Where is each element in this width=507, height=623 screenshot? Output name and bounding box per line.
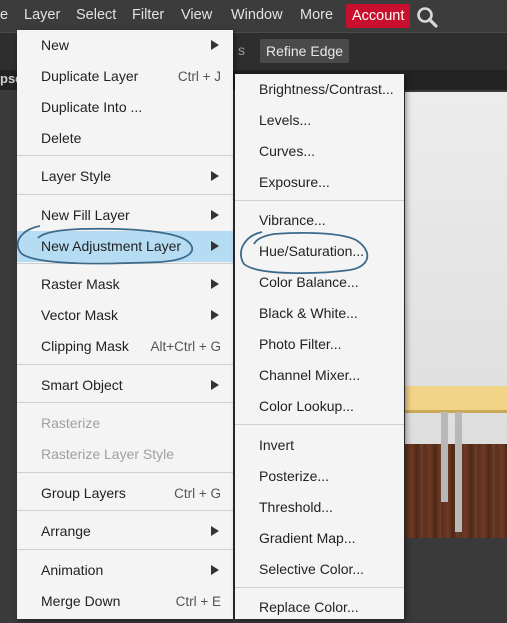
menu-layer[interactable]: Layer bbox=[24, 0, 60, 32]
submenu-item-gradient-map[interactable]: Gradient Map... bbox=[235, 523, 404, 554]
chevron-right-icon bbox=[211, 310, 219, 320]
menu-bar: e Layer Select Filter View Window More A… bbox=[0, 0, 507, 32]
menu-item-smart-object[interactable]: Smart Object bbox=[17, 370, 233, 401]
menu-item-clipping-mask[interactable]: Clipping Mask Alt+Ctrl + G bbox=[17, 331, 233, 362]
menu-item-arrange[interactable]: Arrange bbox=[17, 516, 233, 547]
menu-edit-partial[interactable]: e bbox=[0, 0, 8, 32]
account-button[interactable]: Account bbox=[346, 4, 411, 28]
menu-item-raster-mask[interactable]: Raster Mask bbox=[17, 269, 233, 300]
submenu-item-channel-mixer[interactable]: Channel Mixer... bbox=[235, 360, 404, 391]
menu-item-layer-style[interactable]: Layer Style bbox=[17, 161, 233, 192]
menu-item-delete[interactable]: Delete bbox=[17, 123, 233, 154]
submenu-item-black-white[interactable]: Black & White... bbox=[235, 298, 404, 329]
chevron-right-icon bbox=[211, 210, 219, 220]
menu-separator bbox=[17, 364, 233, 365]
submenu-item-brightness-contrast[interactable]: Brightness/Contrast... bbox=[235, 74, 404, 105]
submenu-item-selective-color[interactable]: Selective Color... bbox=[235, 554, 404, 585]
menu-separator bbox=[17, 402, 233, 403]
menu-separator bbox=[17, 155, 233, 156]
menu-separator bbox=[17, 263, 233, 264]
menu-item-merge-down[interactable]: Merge Down Ctrl + E bbox=[17, 586, 233, 617]
menu-item-group-layers[interactable]: Group Layers Ctrl + G bbox=[17, 478, 233, 509]
submenu-item-color-lookup[interactable]: Color Lookup... bbox=[235, 391, 404, 422]
canvas-table-leg bbox=[455, 412, 462, 532]
menu-item-duplicate-layer[interactable]: Duplicate Layer Ctrl + J bbox=[17, 61, 233, 92]
canvas-table-leg bbox=[441, 412, 448, 502]
menu-separator bbox=[17, 472, 233, 473]
menu-separator bbox=[17, 549, 233, 550]
submenu-item-curves[interactable]: Curves... bbox=[235, 136, 404, 167]
chevron-right-icon bbox=[211, 380, 219, 390]
chevron-right-icon bbox=[211, 279, 219, 289]
options-partial-text: s bbox=[238, 42, 245, 58]
chevron-right-icon bbox=[211, 565, 219, 575]
menu-separator bbox=[235, 200, 404, 201]
menu-separator bbox=[235, 587, 404, 588]
submenu-item-invert[interactable]: Invert bbox=[235, 430, 404, 461]
menu-item-new[interactable]: New bbox=[17, 30, 233, 61]
submenu-item-color-balance[interactable]: Color Balance... bbox=[235, 267, 404, 298]
menu-item-animation[interactable]: Animation bbox=[17, 555, 233, 586]
menu-item-new-fill-layer[interactable]: New Fill Layer bbox=[17, 200, 233, 231]
menu-separator bbox=[17, 510, 233, 511]
menu-separator bbox=[235, 424, 404, 425]
submenu-item-vibrance[interactable]: Vibrance... bbox=[235, 205, 404, 236]
chevron-right-icon bbox=[211, 40, 219, 50]
submenu-item-exposure[interactable]: Exposure... bbox=[235, 167, 404, 198]
submenu-item-photo-filter[interactable]: Photo Filter... bbox=[235, 329, 404, 360]
menu-more[interactable]: More bbox=[300, 0, 333, 32]
refine-edge-button[interactable]: Refine Edge bbox=[260, 39, 350, 63]
submenu-item-replace-color[interactable]: Replace Color... bbox=[235, 592, 404, 623]
chevron-right-icon bbox=[211, 241, 219, 251]
submenu-item-threshold[interactable]: Threshold... bbox=[235, 492, 404, 523]
menu-window[interactable]: Window bbox=[231, 0, 283, 32]
canvas-table bbox=[405, 386, 507, 413]
layer-menu: New Duplicate Layer Ctrl + J Duplicate In… bbox=[17, 30, 233, 619]
menu-filter[interactable]: Filter bbox=[132, 0, 164, 32]
adjustment-submenu: Brightness/Contrast... Levels... Curves.… bbox=[235, 74, 404, 619]
submenu-item-posterize[interactable]: Posterize... bbox=[235, 461, 404, 492]
menu-item-vector-mask[interactable]: Vector Mask bbox=[17, 300, 233, 331]
menu-select[interactable]: Select bbox=[76, 0, 116, 32]
search-icon[interactable] bbox=[416, 6, 438, 28]
canvas-image[interactable] bbox=[405, 92, 507, 538]
menu-item-new-adjustment-layer[interactable]: New Adjustment Layer bbox=[17, 231, 233, 262]
menu-item-rasterize: Rasterize bbox=[41, 415, 101, 431]
submenu-item-levels[interactable]: Levels... bbox=[235, 105, 404, 136]
chevron-right-icon bbox=[211, 526, 219, 536]
menu-item-rasterize-layer-style: Rasterize Layer Style bbox=[41, 446, 175, 462]
submenu-item-hue-saturation[interactable]: Hue/Saturation... bbox=[235, 236, 404, 267]
menu-separator bbox=[17, 194, 233, 195]
chevron-right-icon bbox=[211, 171, 219, 181]
menu-view[interactable]: View bbox=[181, 0, 212, 32]
menu-item-duplicate-into[interactable]: Duplicate Into ... bbox=[17, 92, 233, 123]
